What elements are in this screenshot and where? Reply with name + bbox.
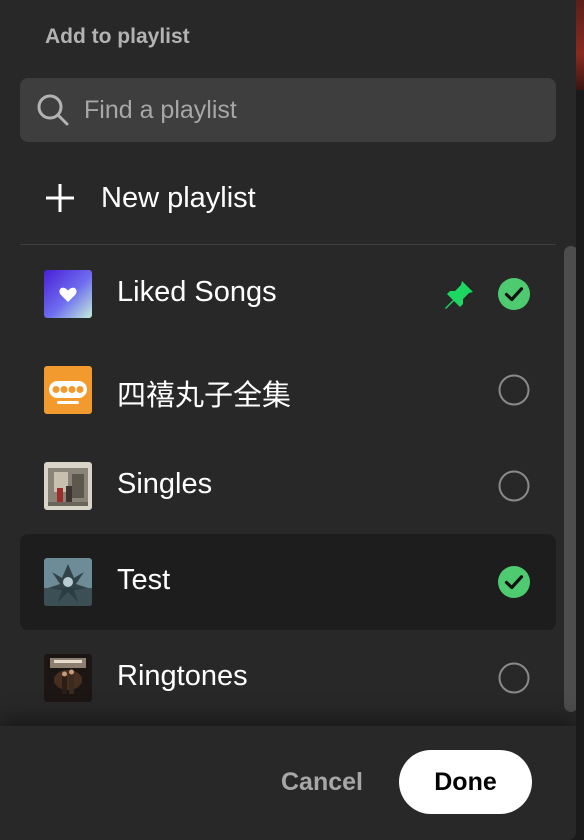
add-to-playlist-dialog: Add to playlist New playlist	[0, 0, 576, 840]
unchecked-circle-icon[interactable]	[498, 374, 530, 406]
playlist-name: Ringtones	[117, 660, 248, 692]
unchecked-circle-icon[interactable]	[498, 662, 530, 694]
playlist-row[interactable]: 四禧丸子全集	[20, 342, 556, 438]
new-playlist-button[interactable]: New playlist	[20, 160, 556, 236]
playlist-row-selected[interactable]: Test	[20, 534, 556, 630]
playlist-name: 四禧丸子全集	[117, 380, 292, 412]
scrollbar[interactable]	[564, 246, 576, 712]
search-box[interactable]	[20, 78, 556, 142]
heart-cover	[44, 270, 92, 318]
playlist-name: Liked Songs	[117, 276, 277, 308]
playlist-name: Singles	[117, 468, 213, 500]
playlist-name: Test	[117, 564, 171, 596]
playlist-row[interactable]: Singles	[20, 438, 556, 534]
photo-cover	[44, 558, 92, 606]
photo-cover	[44, 462, 92, 510]
playlist-row[interactable]: Ringtones	[20, 630, 556, 726]
playlist-row-liked-songs[interactable]: Liked Songs	[20, 246, 556, 342]
cancel-button[interactable]: Cancel	[262, 750, 382, 814]
done-button[interactable]: Done	[399, 750, 532, 814]
search-input[interactable]	[84, 78, 544, 142]
checked-icon[interactable]	[498, 566, 530, 598]
checked-icon[interactable]	[498, 278, 530, 310]
new-playlist-label: New playlist	[101, 182, 256, 214]
pin-icon	[445, 281, 473, 309]
photo-cover	[44, 654, 92, 702]
unchecked-circle-icon[interactable]	[498, 470, 530, 502]
dialog-footer: Cancel Done	[0, 726, 576, 840]
dialog-title: Add to playlist	[45, 25, 190, 48]
plus-icon	[46, 184, 74, 212]
divider	[20, 244, 556, 245]
search-icon	[37, 94, 69, 126]
background-window-edge	[576, 0, 584, 90]
logo-cover	[44, 366, 92, 414]
playlist-list: Liked Songs 四禧丸子全集 Singles Test Ringtone…	[20, 246, 556, 726]
